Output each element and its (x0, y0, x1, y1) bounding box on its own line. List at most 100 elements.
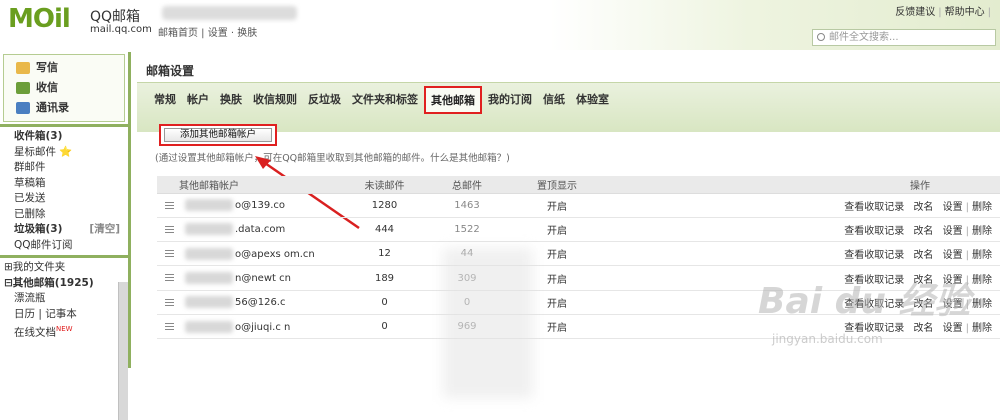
account-cell: o@jiuqi.c n (157, 314, 347, 340)
inbox-icon (16, 82, 30, 94)
tab-rules[interactable]: 收信规则 (248, 92, 302, 108)
tabs: 常规 帐户 换肤 收信规则 反垃圾 文件夹和标签 其他邮箱 我的订阅 信纸 体验… (149, 86, 615, 114)
folder-junk[interactable]: 垃圾箱(3) [清空] (0, 222, 128, 238)
tab-stationery[interactable]: 信纸 (538, 92, 570, 108)
drag-handle-icon[interactable] (165, 322, 174, 330)
delete-link[interactable]: 删除 (972, 275, 992, 286)
account-text: 56@126.c (235, 297, 286, 309)
compose-icon (16, 62, 30, 74)
col-unread: 未读邮件 (347, 176, 422, 194)
blurred-account (185, 247, 233, 260)
col-ops: 操作 (602, 176, 1000, 194)
quick-actions: 写信 收信 通讯录 (3, 54, 125, 122)
col-total: 总邮件 (422, 176, 512, 194)
unread-cell: 0 (347, 314, 422, 340)
unread-cell: 12 (347, 241, 422, 267)
folder-subscriptions[interactable]: QQ邮件订阅 (0, 238, 128, 254)
account-text: .data.com (235, 224, 286, 236)
unread-cell: 189 (347, 265, 422, 291)
folder-group[interactable]: 群邮件 (0, 160, 128, 176)
top-links[interactable]: 邮箱首页 | 设置 · 换肤 (158, 24, 257, 39)
folder-junk-label: 垃圾箱(3) (14, 223, 63, 235)
tab-skin[interactable]: 换肤 (215, 92, 247, 108)
blurred-account (185, 320, 233, 333)
table-header: 其他邮箱帐户 未读邮件 总邮件 置顶显示 操作 (157, 176, 1000, 194)
pin-cell: 开启 (512, 193, 602, 218)
search-icon (817, 33, 825, 41)
view-records-link[interactable]: 查看收取记录 (844, 250, 904, 261)
folder-calendar[interactable]: 日历 | 记事本 (0, 307, 128, 323)
delete-link[interactable]: 删除 (972, 323, 992, 334)
help-link[interactable]: 帮助中心 (945, 7, 985, 18)
folder-sent[interactable]: 已发送 (0, 191, 128, 207)
folder-my-folders[interactable]: ⊞我的文件夹 (0, 260, 128, 276)
receive-button[interactable]: 收信 (4, 78, 124, 98)
unread-cell: 1280 (347, 193, 422, 218)
rename-link[interactable]: 改名 (913, 226, 933, 237)
account-cell: 56@126.c (157, 290, 347, 315)
folder-starred[interactable]: 星标邮件 ⭐ (0, 145, 128, 161)
drag-handle-icon[interactable] (165, 274, 174, 282)
tab-folders-labels[interactable]: 文件夹和标签 (347, 92, 423, 108)
logo[interactable]: MOil (8, 4, 71, 34)
rename-link[interactable]: 改名 (913, 323, 933, 334)
logo-domain: mail.qq.com (90, 24, 152, 35)
drag-handle-icon[interactable] (165, 250, 174, 258)
tab-account[interactable]: 帐户 (182, 92, 214, 108)
delete-link[interactable]: 删除 (972, 226, 992, 237)
hint-text: (通过设置其他邮箱帐户，可在QQ邮箱里收取到其他邮箱的邮件。什么是其他邮箱？) (155, 153, 510, 164)
watermark-url: jingyan.baidu.com (772, 332, 883, 346)
account-text: o@apexs om.cn (235, 248, 315, 260)
table-row: o@apexs om.cn1244开启查看收取记录 改名 设置|删除 (157, 241, 1000, 267)
add-other-mailbox-button[interactable]: 添加其他邮箱帐户 (164, 128, 272, 142)
blurred-username (162, 6, 297, 20)
search-placeholder: 邮件全文搜索... (829, 32, 899, 43)
tab-subscriptions[interactable]: 我的订阅 (483, 92, 537, 108)
settings-link[interactable]: 设置 (943, 323, 963, 334)
feedback-link[interactable]: 反馈建议 (895, 7, 935, 18)
drag-handle-icon[interactable] (165, 225, 174, 233)
settings-link[interactable]: 设置 (943, 202, 963, 213)
compose-button[interactable]: 写信 (4, 58, 124, 78)
unread-cell: 444 (347, 217, 422, 243)
folder-online-docs[interactable]: 在线文档NEW (0, 322, 128, 339)
view-records-link[interactable]: 查看收取记录 (844, 202, 904, 213)
drag-handle-icon[interactable] (165, 201, 174, 209)
pin-cell: 开启 (512, 217, 602, 243)
view-records-link[interactable]: 查看收取记录 (844, 226, 904, 237)
settings-link[interactable]: 设置 (943, 250, 963, 261)
drag-handle-icon[interactable] (165, 298, 174, 306)
empty-junk-link[interactable]: [清空] (89, 222, 120, 238)
tab-antispam[interactable]: 反垃圾 (303, 92, 346, 108)
folder-drift-bottle[interactable]: 漂流瓶 (0, 291, 128, 307)
online-docs-label: 在线文档 (14, 326, 56, 339)
folder-drafts[interactable]: 草稿箱 (0, 176, 128, 192)
settings-link[interactable]: 设置 (943, 226, 963, 237)
table-row: o@139.co 1280 1463 开启 查看收取记录 改名 设置 | 删除 (157, 193, 1000, 218)
folder-other-mail[interactable]: ⊟其他邮箱(1925) (0, 276, 128, 292)
add-button-highlight: 添加其他邮箱帐户 (159, 124, 277, 146)
top-header: MOil QQ邮箱 mail.qq.com 邮箱首页 | 设置 · 换肤 反馈建… (0, 0, 1000, 50)
account-text: n@newt cn (235, 273, 291, 285)
delete-link[interactable]: 删除 (972, 299, 992, 310)
rename-link[interactable]: 改名 (913, 250, 933, 261)
folder-deleted[interactable]: 已删除 (0, 207, 128, 223)
sidebar-scrollbar[interactable] (118, 282, 128, 420)
delete-link[interactable]: 删除 (972, 250, 992, 261)
tab-other-mail[interactable]: 其他邮箱 (424, 86, 482, 114)
contacts-button[interactable]: 通讯录 (4, 98, 124, 118)
tab-general[interactable]: 常规 (149, 92, 181, 108)
logo-text: MOil (8, 4, 71, 34)
table-row: .data.com 444 1522 开启 查看收取记录 改名 设置 | 删除 (157, 217, 1000, 243)
rename-link[interactable]: 改名 (913, 202, 933, 213)
total-cell: 1522 (422, 217, 512, 243)
search-input[interactable]: 邮件全文搜索... (812, 29, 996, 46)
logo-brand: QQ邮箱 (90, 9, 141, 25)
folder-inbox[interactable]: 收件箱(3) (0, 129, 128, 145)
watermark: Bai du 经验 (758, 281, 971, 322)
delete-link[interactable]: 删除 (972, 202, 992, 213)
tab-labs[interactable]: 体验室 (571, 92, 614, 108)
col-account: 其他邮箱帐户 (157, 176, 347, 194)
account-cell: o@apexs om.cn (157, 241, 347, 267)
ops-cell: 查看收取记录 改名 设置 | 删除 (602, 217, 1000, 243)
